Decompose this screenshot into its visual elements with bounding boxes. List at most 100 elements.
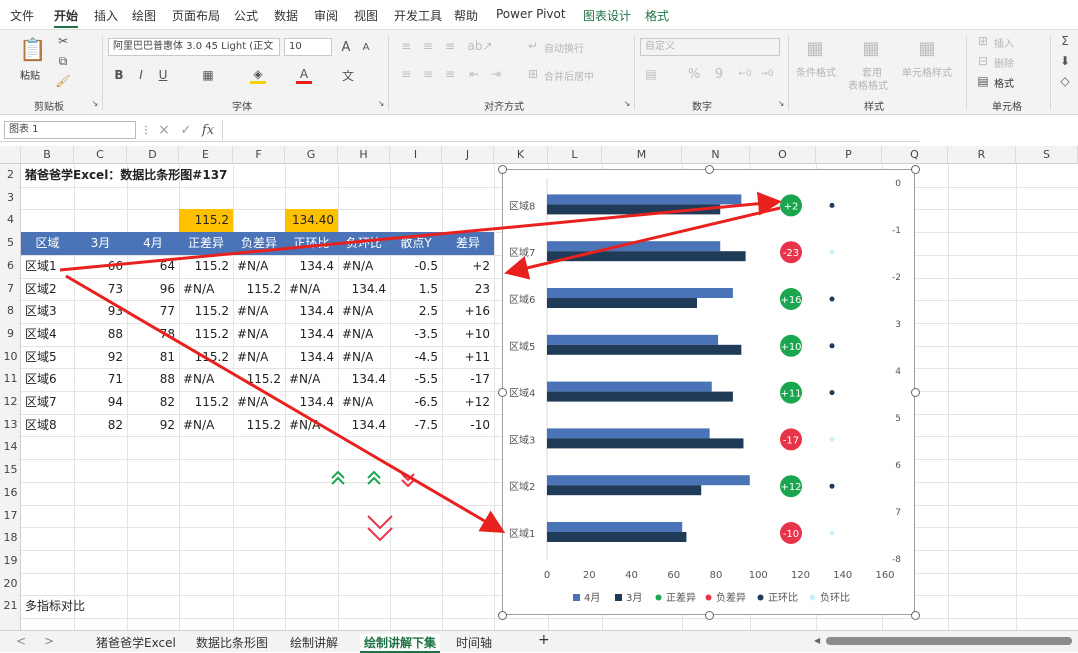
format-cells-icon[interactable]: ▤ <box>976 74 990 88</box>
column-header-S[interactable]: S <box>1016 146 1078 164</box>
ratio-dot[interactable] <box>829 530 835 536</box>
row-header-2[interactable]: 2 <box>0 164 21 187</box>
bar-4月[interactable] <box>547 381 712 392</box>
table-cell[interactable]: #N/A <box>338 300 390 322</box>
helper-cell-e4[interactable]: 115.2 <box>179 209 233 233</box>
bar-4月[interactable] <box>547 194 742 205</box>
table-cell[interactable]: 81 <box>127 346 179 368</box>
merge-icon[interactable]: ⊞ <box>526 66 540 82</box>
table-cell[interactable]: 93 <box>74 300 127 322</box>
bar-3月[interactable] <box>547 438 744 449</box>
table-cell[interactable]: #N/A <box>233 300 285 322</box>
table-header-cell[interactable]: 正环比 <box>285 232 338 254</box>
resize-handle[interactable] <box>911 388 920 397</box>
wrap-text-icon[interactable]: ↵ <box>526 38 540 54</box>
indent-decrease-icon[interactable]: ⇤ <box>466 66 482 82</box>
align-top-icon[interactable]: ≡ <box>398 38 414 54</box>
copy-icon[interactable]: ⧉ <box>56 54 70 68</box>
table-cell[interactable]: 71 <box>74 368 127 390</box>
column-header-R[interactable]: R <box>948 146 1016 164</box>
column-header-Q[interactable]: Q <box>882 146 948 164</box>
cell-styles-icon[interactable]: ▦ <box>914 36 940 60</box>
select-all-corner[interactable] <box>0 146 21 164</box>
align-right-icon[interactable]: ≡ <box>442 66 458 82</box>
table-header-cell[interactable]: 散点Y <box>390 232 442 254</box>
table-cell[interactable]: 92 <box>127 414 179 436</box>
tab-scrollbar-left-icon[interactable]: ◀ <box>814 636 820 645</box>
table-cell[interactable]: -6.5 <box>390 391 442 413</box>
table-cell[interactable]: 77 <box>127 300 179 322</box>
conditional-format-icon[interactable]: ▦ <box>802 36 828 60</box>
row-header-8[interactable]: 8 <box>0 300 21 323</box>
bar-3月[interactable] <box>547 391 733 402</box>
table-cell[interactable]: 区域5 <box>21 346 74 368</box>
row-header-11[interactable]: 11 <box>0 368 21 391</box>
bar-3月[interactable] <box>547 532 687 542</box>
function-icon[interactable]: fx <box>198 121 218 139</box>
autosum-icon[interactable]: Σ <box>1058 34 1072 48</box>
table-cell[interactable]: 66 <box>74 255 127 277</box>
delete-cells-button[interactable]: 删除 <box>994 55 1014 70</box>
table-cell[interactable]: #N/A <box>338 255 390 277</box>
column-header-D[interactable]: D <box>127 146 179 164</box>
delete-cells-icon[interactable]: ⊟ <box>976 54 990 68</box>
bar-4月[interactable] <box>547 475 750 486</box>
row-header-15[interactable]: 15 <box>0 459 21 482</box>
table-cell[interactable]: 78 <box>127 323 179 345</box>
cut-icon[interactable]: ✂ <box>56 34 70 48</box>
column-header-E[interactable]: E <box>179 146 233 164</box>
align-bottom-icon[interactable]: ≡ <box>442 38 458 54</box>
column-header-N[interactable]: N <box>682 146 750 164</box>
sheet-tab[interactable]: 绘制讲解下集 <box>360 634 441 653</box>
table-cell[interactable]: 2.5 <box>390 300 442 322</box>
row-header-13[interactable]: 13 <box>0 414 21 437</box>
format-cells-button[interactable]: 格式 <box>994 75 1014 90</box>
next-sheet-button[interactable]: > <box>44 634 54 648</box>
bar-4月[interactable] <box>547 288 733 298</box>
sheet-tab[interactable]: 绘制讲解 <box>290 634 338 651</box>
table-cell[interactable]: 115.2 <box>233 414 285 436</box>
table-cell[interactable]: #N/A <box>233 255 285 277</box>
legend-label[interactable]: 负环比 <box>820 591 850 604</box>
table-cell[interactable]: 134.4 <box>285 323 338 345</box>
ratio-dot[interactable] <box>829 249 835 255</box>
sheet-title[interactable]: 猪爸爸学Excel：数据比条形图#137 <box>21 164 227 186</box>
table-cell[interactable]: -5.5 <box>390 368 442 390</box>
column-header-B[interactable]: B <box>21 146 74 164</box>
table-header-cell[interactable]: 3月 <box>74 232 127 254</box>
table-cell[interactable]: #N/A <box>233 391 285 413</box>
table-cell[interactable]: +11 <box>442 346 494 368</box>
ratio-dot[interactable] <box>829 343 835 349</box>
bold-button[interactable]: B <box>112 66 126 84</box>
conditional-format-button[interactable]: 条件格式 <box>796 64 836 79</box>
bar-3月[interactable] <box>547 251 746 262</box>
orientation-icon[interactable]: ab↗ <box>467 38 492 54</box>
table-cell[interactable]: 134.4 <box>338 278 390 300</box>
table-cell[interactable]: 64 <box>127 255 179 277</box>
table-cell[interactable]: 73 <box>74 278 127 300</box>
table-cell[interactable]: #N/A <box>338 346 390 368</box>
table-header-cell[interactable]: 负环比 <box>338 232 390 254</box>
table-cell[interactable]: 区域1 <box>21 255 74 277</box>
table-header-cell[interactable]: 负差异 <box>233 232 285 254</box>
menu-5[interactable]: 公式 <box>234 7 258 24</box>
table-cell[interactable]: 115.2 <box>179 391 233 413</box>
menu-9[interactable]: 开发工具 <box>394 7 442 24</box>
cell-styles-button[interactable]: 单元格样式 <box>902 64 952 79</box>
clipboard-launcher-icon[interactable]: ↘ <box>90 98 100 108</box>
table-cell[interactable]: #N/A <box>233 323 285 345</box>
font-name-field[interactable]: 阿里巴巴普惠体 3.0 45 Light (正文 <box>108 38 280 56</box>
ratio-dot[interactable] <box>829 202 835 208</box>
table-cell[interactable]: -0.5 <box>390 255 442 277</box>
menu-3[interactable]: 绘图 <box>132 7 156 24</box>
resize-handle[interactable] <box>705 165 714 174</box>
menu-1[interactable]: 开始 <box>54 7 79 28</box>
table-cell[interactable]: #N/A <box>338 323 390 345</box>
column-header-O[interactable]: O <box>750 146 816 164</box>
menu-7[interactable]: 审阅 <box>314 7 338 24</box>
font-grow-icon[interactable]: A <box>338 38 354 56</box>
legend-label[interactable]: 负差异 <box>716 591 746 604</box>
table-cell[interactable]: #N/A <box>285 414 338 436</box>
legend-label[interactable]: 4月 <box>584 592 600 604</box>
row-header-12[interactable]: 12 <box>0 391 21 414</box>
